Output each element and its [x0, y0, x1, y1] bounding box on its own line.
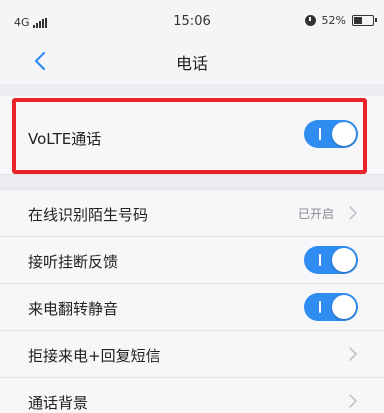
battery-icon [352, 15, 377, 26]
setting-row-volte[interactable]: VoLTE通话 [0, 96, 384, 175]
toggle-knob [332, 122, 356, 146]
toggle-knob [332, 248, 356, 272]
flip-to-mute-toggle[interactable] [304, 293, 358, 321]
setting-label-volte: VoLTE通话 [28, 130, 102, 148]
chevron-right-icon [349, 394, 357, 408]
setting-value: 已开启 [297, 207, 334, 221]
setting-label: 在线识别陌生号码 [28, 206, 149, 224]
toggle-on-indicator [319, 128, 321, 140]
setting-label: 来电翻转静音 [28, 300, 119, 318]
status-right: 52% [304, 14, 377, 27]
page-title: 电话 [175, 54, 208, 73]
battery-fill [354, 17, 362, 24]
battery-percent: 52% [321, 14, 346, 27]
toggle-on-indicator [319, 301, 321, 313]
section-divider [0, 175, 384, 190]
volte-toggle[interactable] [304, 120, 358, 148]
setting-row-answer-hangup-feedback[interactable]: 接听挂断反馈 [0, 237, 384, 284]
settings-list: VoLTE通话 在线识别陌生号码 已开启 接听挂断反馈 来电翻转静音 拒接来电+… [0, 96, 384, 413]
chevron-right-icon [349, 206, 357, 220]
chevron-right-icon [349, 347, 357, 361]
toggle-knob [332, 295, 356, 319]
setting-row-reject-with-sms[interactable]: 拒接来电+回复短信 [0, 331, 384, 378]
setting-row-unknown-number-identification[interactable]: 在线识别陌生号码 已开启 [0, 190, 384, 237]
toggle-on-indicator [319, 254, 321, 266]
nav-bar: 电话 [0, 40, 384, 84]
answer-hangup-feedback-toggle[interactable] [304, 246, 358, 274]
setting-label: 接听挂断反馈 [28, 253, 119, 271]
setting-row-call-background[interactable]: 通话背景 [0, 378, 384, 413]
setting-label: 拒接来电+回复短信 [28, 347, 161, 365]
setting-row-flip-to-mute[interactable]: 来电翻转静音 [0, 284, 384, 331]
phone-settings-screen: 4G 15:06 52% 电话 VoLTE通话 在线识别陌生号码 已开启 接听挂… [0, 0, 384, 413]
setting-label: 通话背景 [28, 394, 89, 412]
alarm-icon [304, 15, 316, 26]
